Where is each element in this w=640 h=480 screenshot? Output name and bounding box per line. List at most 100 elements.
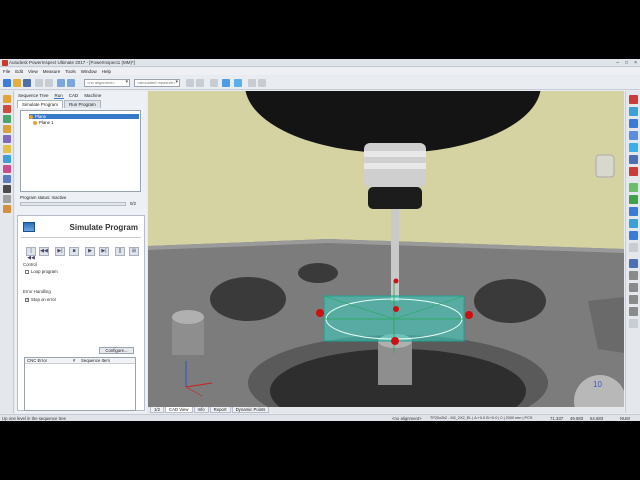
measured-point[interactable] — [465, 311, 473, 319]
play-icon[interactable] — [234, 79, 242, 87]
close-button[interactable]: × — [634, 60, 637, 66]
measured-point[interactable] — [391, 337, 399, 345]
grid-icon[interactable] — [629, 195, 638, 204]
step-button[interactable]: ▶| — [55, 247, 65, 256]
play-button[interactable]: ▶ — [85, 247, 95, 256]
redo-icon[interactable] — [45, 79, 53, 87]
curve-icon[interactable] — [3, 115, 11, 123]
menu-measure[interactable]: Measure — [43, 69, 61, 74]
tab-sequence-tree[interactable]: Sequence Tree — [17, 93, 50, 99]
tree-item-label: Plane — [35, 114, 46, 119]
measured-point[interactable] — [393, 278, 399, 284]
tree-item-plane-1[interactable]: Plane 1 — [33, 120, 54, 125]
menu-tools[interactable]: Tools — [65, 69, 76, 74]
line-icon[interactable] — [3, 105, 11, 113]
stop-on-error-checkbox[interactable]: ✓ Stop on error — [25, 297, 56, 302]
more-icon[interactable] — [629, 319, 638, 328]
col-number[interactable]: # — [73, 358, 81, 363]
settings-icon[interactable] — [248, 79, 256, 87]
cylinder-icon[interactable] — [3, 165, 11, 173]
cad-viewport[interactable]: 10 — [148, 91, 624, 407]
menu-file[interactable]: File — [3, 69, 10, 74]
tab-report[interactable]: Report — [209, 407, 231, 413]
status-x: 71.337 — [550, 416, 564, 421]
menu-help[interactable]: Help — [102, 69, 111, 74]
tab-cad[interactable]: CAD — [68, 93, 80, 99]
view-top-icon[interactable] — [629, 95, 638, 104]
step-back-button[interactable]: ◀◀ — [39, 247, 49, 256]
section-icon[interactable] — [3, 195, 11, 203]
zoom-icon[interactable] — [629, 167, 638, 176]
menu-window[interactable]: Window — [81, 69, 97, 74]
probe-view-icon[interactable] — [629, 271, 638, 280]
open-icon[interactable] — [13, 79, 21, 87]
measured-point[interactable] — [316, 309, 324, 317]
tab-page[interactable]: 1/2 — [150, 407, 164, 413]
layer-icon[interactable] — [629, 183, 638, 192]
stop-icon[interactable] — [210, 79, 218, 87]
new-icon[interactable] — [3, 79, 11, 87]
view-iso-icon[interactable] — [629, 131, 638, 140]
tree-item-plane[interactable]: Plane — [29, 114, 139, 119]
report-icon[interactable] — [258, 79, 266, 87]
annotate-icon[interactable] — [629, 307, 638, 316]
report-tool-icon[interactable] — [3, 205, 11, 213]
stop-button[interactable]: ■ — [69, 247, 79, 256]
tab-info[interactable]: Info — [193, 407, 209, 413]
col-sequence-item[interactable]: Sequence Item — [81, 358, 135, 363]
menu-view[interactable]: View — [28, 69, 38, 74]
measure-select[interactable]: <simulated measure> — [134, 79, 180, 87]
tab-run[interactable]: Run — [53, 93, 64, 99]
tab-run-program[interactable]: Run Program — [64, 100, 101, 108]
pause-icon[interactable] — [222, 79, 230, 87]
tab-cad-view[interactable]: CAD View — [164, 407, 193, 413]
menu-edit[interactable]: Edit — [15, 69, 23, 74]
application-window: Autodesk PowerInspect Ultimate 2017 - [P… — [0, 59, 640, 421]
wireframe-icon[interactable] — [629, 155, 638, 164]
pen-icon[interactable] — [629, 295, 638, 304]
save-icon[interactable] — [23, 79, 31, 87]
pan-icon[interactable] — [629, 243, 638, 252]
minimize-button[interactable]: – — [616, 60, 619, 66]
left-toolbar — [0, 91, 14, 413]
probe-icon[interactable] — [67, 79, 75, 87]
loop-program-checkbox[interactable]: Loop program — [25, 269, 58, 274]
cone-icon[interactable] — [3, 175, 11, 183]
alignment-select[interactable]: <no alignment> — [84, 79, 130, 87]
stylus-icon[interactable] — [629, 283, 638, 292]
checkbox-box[interactable] — [25, 269, 29, 274]
plane-icon[interactable] — [3, 145, 11, 153]
view-cube-icon[interactable] — [595, 154, 615, 178]
view-front-icon[interactable] — [629, 107, 638, 116]
tab-machine[interactable]: Machine — [83, 93, 102, 99]
col-cnc-error[interactable]: CNC Error — [25, 358, 73, 363]
cad-scene[interactable]: 10 — [148, 91, 624, 407]
section-view-icon[interactable] — [629, 219, 638, 228]
measure-icon[interactable] — [57, 79, 65, 87]
pause-button[interactable]: || — [115, 247, 125, 256]
tab-dynamic-points[interactable]: Dynamic Points — [231, 407, 270, 413]
select-icon[interactable] — [629, 259, 638, 268]
step-back-icon[interactable] — [186, 79, 194, 87]
point-icon[interactable] — [3, 95, 11, 103]
sequence-tree[interactable]: Plane Plane 1 — [20, 110, 141, 192]
slot-icon[interactable] — [3, 155, 11, 163]
measure-view-icon[interactable] — [629, 207, 638, 216]
tab-simulate-program[interactable]: Simulate Program — [17, 100, 64, 108]
maximize-button[interactable]: □ — [625, 60, 628, 66]
shade-icon[interactable] — [629, 143, 638, 152]
step-forward-icon[interactable] — [196, 79, 204, 87]
error-table[interactable]: CNC Error # Sequence Item — [24, 357, 136, 411]
options-button[interactable]: ⊞ — [129, 247, 139, 256]
circle-icon[interactable] — [3, 125, 11, 133]
step-forward-button[interactable]: ▶| — [99, 247, 109, 256]
probe-tip-point[interactable] — [393, 306, 399, 312]
probe-tool-icon[interactable] — [3, 185, 11, 193]
configure-button[interactable]: Configure... — [99, 347, 134, 354]
surface-icon[interactable] — [3, 135, 11, 143]
rewind-button[interactable]: |◀◀ — [26, 247, 36, 261]
undo-icon[interactable] — [35, 79, 43, 87]
checkbox-box-checked[interactable]: ✓ — [25, 297, 29, 302]
view-side-icon[interactable] — [629, 119, 638, 128]
clip-icon[interactable] — [629, 231, 638, 240]
